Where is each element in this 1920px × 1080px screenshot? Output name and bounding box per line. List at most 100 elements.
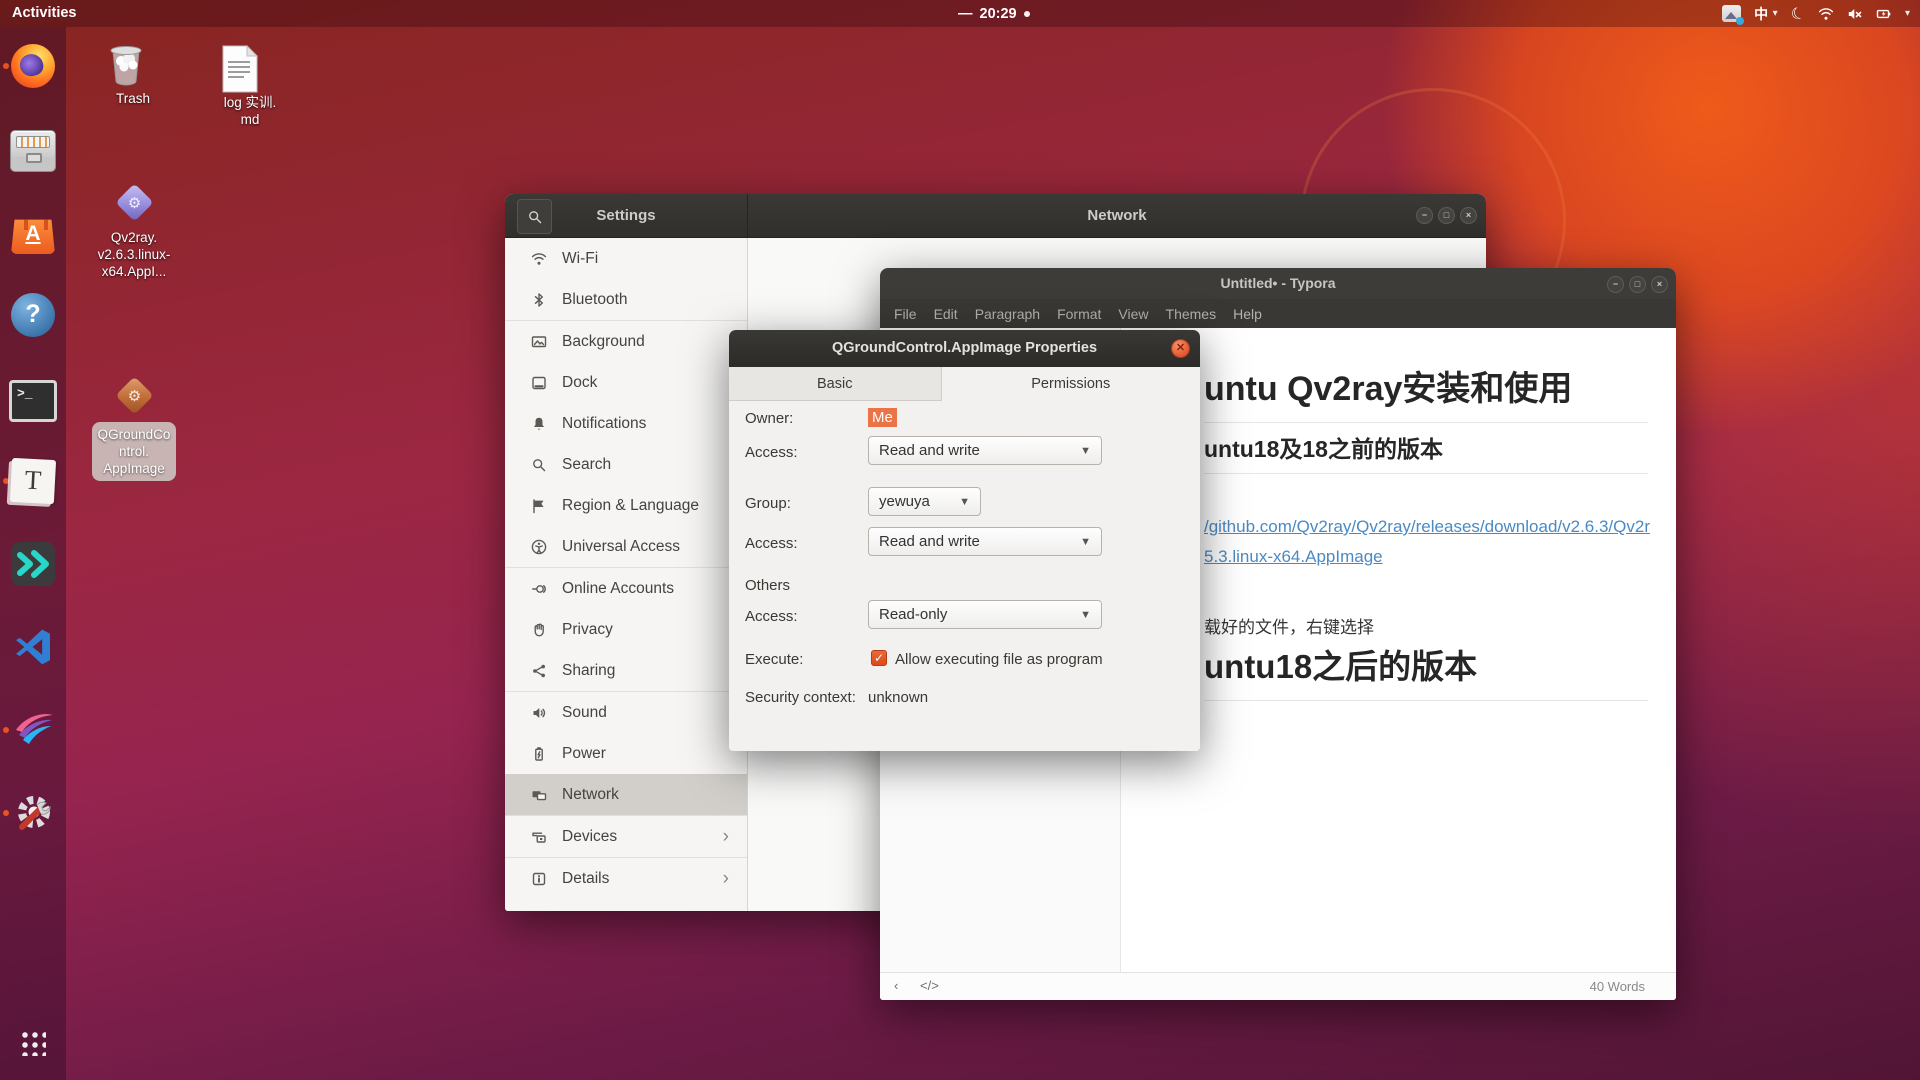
desktop-icon-log-md[interactable]: log 实训.md [217, 44, 283, 128]
system-tray: 中 ▾ ☾ ▾ [1722, 0, 1910, 27]
dock-item-remmina[interactable] [0, 531, 66, 597]
owner-access-dropdown[interactable]: Read and write▼ [868, 436, 1102, 465]
clock-menu[interactable]: — 20:29 [958, 0, 1030, 27]
sidebar-item-region-language[interactable]: Region & Language [505, 485, 747, 526]
menu-help[interactable]: Help [1233, 306, 1262, 322]
dock-item-ubuntu-software[interactable] [0, 199, 66, 265]
execute-label: Execute: [745, 651, 803, 668]
menu-file[interactable]: File [894, 306, 917, 322]
dock-item-help[interactable] [0, 282, 66, 348]
dropdown-value: Read and write [879, 442, 980, 459]
maximize-button[interactable]: □ [1438, 207, 1455, 224]
settings-headerbar: Settings Network − □ × [505, 194, 1486, 238]
window-controls: − □ × [1607, 276, 1668, 293]
group-dropdown[interactable]: yewuya▼ [868, 487, 981, 516]
sidebar-item-power[interactable]: Power [505, 733, 747, 774]
sidebar-item-privacy[interactable]: Privacy [505, 609, 747, 650]
dock-item-terminal[interactable] [0, 365, 66, 431]
dropdown-value: Read and write [879, 533, 980, 550]
qv2ray-appimage-icon: ⚙ [115, 183, 153, 221]
universal-access-icon [531, 539, 547, 555]
battery-icon[interactable] [1876, 6, 1892, 22]
desktop-icon-trash[interactable]: Trash [100, 38, 166, 107]
desktop-icon-qgroundcontrol-appimage[interactable]: ⚙ QGroundControl.AppImage [88, 378, 180, 481]
power-icon [531, 746, 547, 762]
bluetooth-icon [531, 292, 547, 308]
dialog-titlebar: QGroundControl.AppImage Properties ✕ [729, 330, 1200, 367]
minimize-button[interactable]: − [1607, 276, 1624, 293]
sidebar-item-label: Sharing [562, 662, 615, 680]
search-button[interactable] [517, 199, 552, 234]
menu-themes[interactable]: Themes [1166, 306, 1217, 322]
owner-access-label: Access: [745, 444, 798, 461]
minimize-button[interactable]: − [1416, 207, 1433, 224]
sidebar-item-details[interactable]: Details› [505, 858, 747, 899]
menu-edit[interactable]: Edit [934, 306, 958, 322]
owner-value: Me [868, 408, 897, 427]
sidebar-item-label: Notifications [562, 415, 646, 433]
typora-statusbar: ‹ </> 40 Words [880, 972, 1676, 1000]
sidebar-item-sharing[interactable]: Sharing [505, 650, 747, 692]
group-label: Group: [745, 495, 791, 512]
sidebar-item-universal-access[interactable]: Universal Access [505, 526, 747, 568]
typora-titlebar: Untitled• - Typora − □ × [880, 268, 1676, 299]
chevron-down-icon: ▼ [1080, 536, 1091, 548]
tab-permissions[interactable]: Permissions [942, 367, 1201, 401]
sidebar-item-label: Power [562, 745, 606, 763]
sidebar-item-label: Online Accounts [562, 580, 674, 598]
activities-button[interactable]: Activities [12, 0, 76, 27]
close-button[interactable]: × [1460, 207, 1477, 224]
online-accounts-icon [531, 581, 547, 597]
sidebar-item-search[interactable]: Search [505, 444, 747, 485]
execute-checkbox[interactable]: ✓ [871, 650, 887, 666]
sidebar-item-network[interactable]: Network [505, 774, 747, 816]
wifi-status-icon[interactable] [1818, 6, 1834, 22]
sidebar-item-online-accounts[interactable]: Online Accounts [505, 568, 747, 609]
security-context-label: Security context: [745, 689, 856, 706]
screenshot-app-indicator-icon[interactable] [1722, 5, 1741, 22]
media-indicator-icon: — [958, 6, 973, 22]
volume-muted-icon[interactable] [1847, 6, 1863, 22]
running-indicator [3, 63, 9, 69]
input-method-indicator[interactable]: 中 ▾ [1754, 4, 1777, 24]
sidebar-item-notifications[interactable]: Notifications [505, 403, 747, 444]
sidebar-toggle-icon[interactable]: ‹ [894, 978, 898, 993]
group-access-label: Access: [745, 535, 798, 552]
others-access-dropdown[interactable]: Read-only▼ [868, 600, 1102, 629]
sidebar-item-wi-fi[interactable]: Wi-Fi [505, 238, 747, 279]
close-button[interactable]: ✕ [1171, 339, 1190, 358]
show-applications-button[interactable] [0, 1010, 66, 1076]
dock-item-firefox[interactable] [0, 33, 66, 99]
typora-window-title: Untitled• - Typora [1220, 275, 1335, 291]
dock-item-qgroundcontrol[interactable] [0, 697, 66, 763]
sidebar-item-sound[interactable]: Sound [505, 692, 747, 733]
dock-item-files[interactable] [0, 116, 66, 182]
close-button[interactable]: × [1651, 276, 1668, 293]
doc-link-line-1[interactable]: /github.com/Qv2ray/Qv2ray/releases/downl… [1204, 517, 1650, 537]
group-access-dropdown[interactable]: Read and write ▼ [868, 527, 1102, 556]
remmina-icon [9, 540, 57, 588]
sidebar-item-devices[interactable]: Devices› [505, 816, 747, 858]
system-menu-chevron-icon[interactable]: ▾ [1905, 8, 1910, 19]
maximize-button[interactable]: □ [1629, 276, 1646, 293]
markdown-file-icon [217, 44, 283, 94]
menu-paragraph[interactable]: Paragraph [975, 306, 1040, 322]
dock-item-vscode[interactable] [0, 614, 66, 680]
sidebar-item-background[interactable]: Background [505, 321, 747, 362]
doc-link-line-2[interactable]: 5.3.linux-x64.AppImage [1204, 547, 1383, 567]
sidebar-item-bluetooth[interactable]: Bluetooth [505, 279, 747, 321]
desktop-icon-qv2ray-appimage[interactable]: ⚙ Qv2ray.v2.6.3.linux-x64.AppI... [92, 185, 176, 280]
source-code-mode-icon[interactable]: </> [920, 978, 939, 993]
tab-basic[interactable]: Basic [729, 367, 942, 400]
menu-view[interactable]: View [1118, 306, 1148, 322]
sidebar-item-dock[interactable]: Dock [505, 362, 747, 403]
dock-item-typora[interactable] [0, 448, 66, 514]
notifications-icon [531, 416, 547, 432]
menu-format[interactable]: Format [1057, 306, 1101, 322]
night-light-icon[interactable]: ☾ [1788, 2, 1808, 25]
region-icon [531, 498, 547, 514]
sidebar-item-label: Details [562, 870, 609, 888]
settings-sidebar: Wi-FiBluetoothBackgroundDock Notification… [505, 238, 748, 911]
dock-item-system-settings[interactable] [0, 780, 66, 846]
chevron-down-icon: ▾ [1773, 8, 1778, 19]
